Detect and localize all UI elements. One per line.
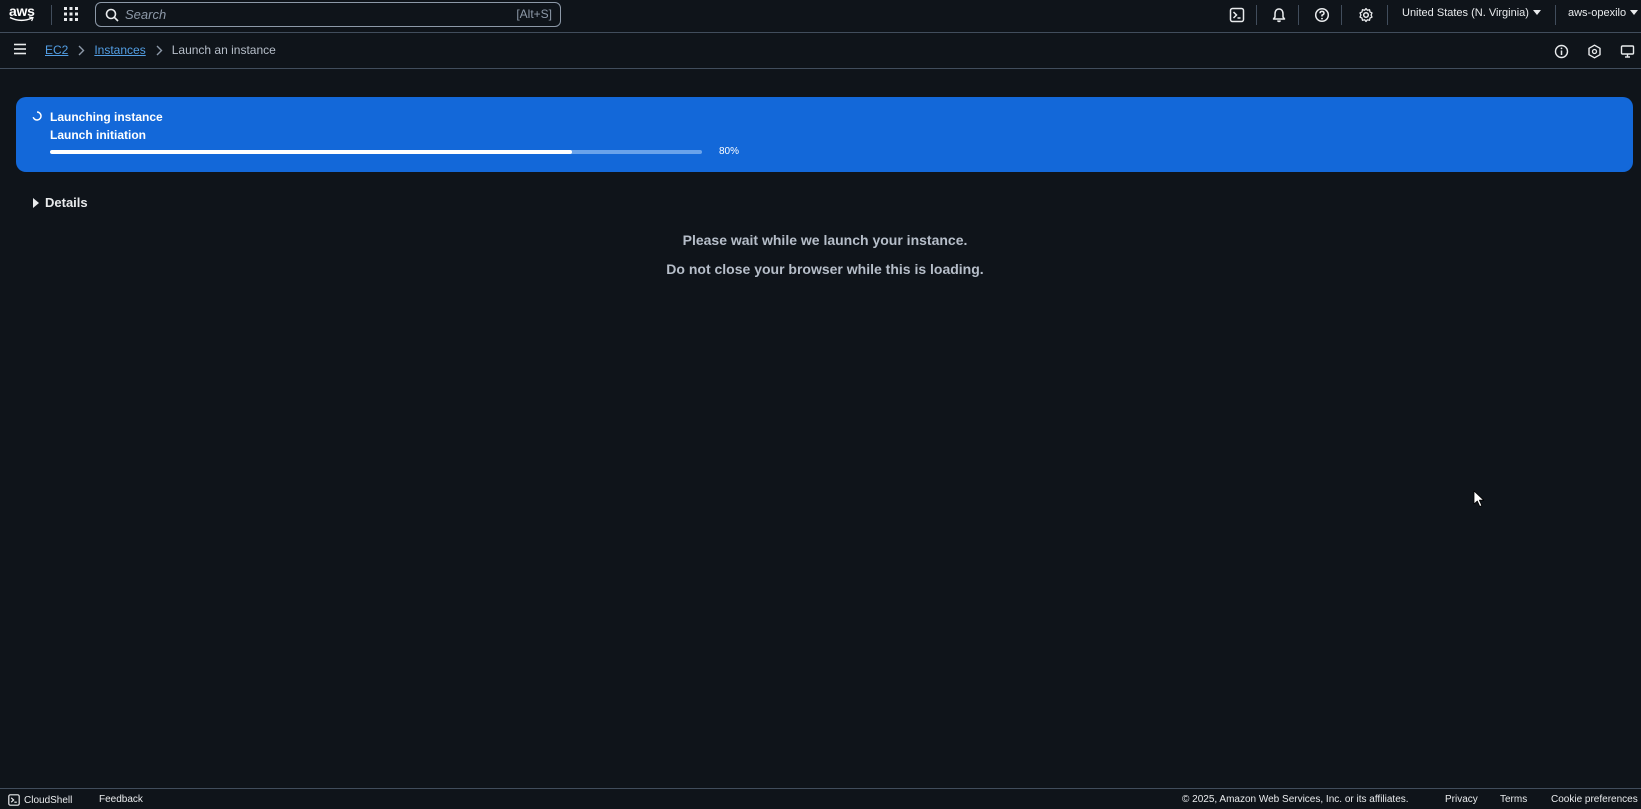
progress-bar: [50, 150, 702, 154]
nav-divider: [1341, 5, 1342, 25]
display-preferences-icon[interactable]: [1618, 42, 1636, 60]
aws-logo[interactable]: aws: [9, 4, 39, 25]
cloudshell-icon[interactable]: [1227, 5, 1247, 25]
chevron-right-icon: [155, 45, 163, 56]
nav-divider: [1387, 5, 1388, 25]
progress-percent: 80%: [719, 146, 740, 157]
info-icon[interactable]: [1552, 42, 1570, 60]
footer-cookie-preferences-link[interactable]: Cookie preferences: [1551, 794, 1638, 805]
details-label: Details: [45, 195, 88, 210]
nav-divider: [51, 5, 52, 25]
launch-progress-flashbar: Launching instance Launch initiation 80%: [16, 97, 1633, 172]
breadcrumb-bar-border: [0, 68, 1641, 69]
services-grid-icon[interactable]: [63, 6, 81, 24]
notifications-bell-icon[interactable]: [1269, 5, 1289, 25]
chevron-right-icon: [77, 45, 85, 56]
search-box[interactable]: [Alt+S]: [95, 2, 561, 27]
feedback-hexagon-icon[interactable]: [1585, 42, 1603, 60]
account-menu[interactable]: aws-opexilo: [1568, 7, 1639, 19]
settings-gear-icon[interactable]: [1356, 5, 1376, 25]
region-label: United States (N. Virginia): [1402, 7, 1529, 19]
cloudshell-icon: [8, 794, 20, 806]
caret-right-icon: [33, 197, 39, 208]
account-label: aws-opexilo: [1568, 7, 1627, 19]
flash-subtitle: Launch initiation: [50, 128, 146, 142]
footer-privacy-link[interactable]: Privacy: [1445, 794, 1478, 805]
help-icon[interactable]: [1312, 5, 1332, 25]
nav-divider: [1298, 5, 1299, 25]
region-selector[interactable]: United States (N. Virginia): [1402, 7, 1541, 19]
footer-copyright: © 2025, Amazon Web Services, Inc. or its…: [1182, 794, 1409, 805]
mouse-cursor-icon: [1473, 490, 1485, 507]
footer-terms-link[interactable]: Terms: [1500, 794, 1527, 805]
progress-bar-fill: [50, 150, 572, 154]
breadcrumb-current-page: Launch an instance: [171, 43, 276, 57]
side-navigation-toggle[interactable]: [12, 42, 30, 58]
breadcrumb: EC2 Instances Launch an instance: [45, 43, 276, 57]
top-navigation: aws [Alt+S]: [0, 0, 1641, 29]
nav-divider: [1555, 5, 1556, 25]
breadcrumb-instances-link[interactable]: Instances: [94, 43, 145, 57]
flash-title: Launching instance: [50, 110, 163, 124]
wait-message: Please wait while we launch your instanc…: [682, 232, 968, 248]
search-icon: [105, 8, 119, 22]
browser-warning-message: Do not close your browser while this is …: [666, 261, 984, 277]
search-input[interactable]: [125, 7, 485, 22]
footer: CloudShell Feedback © 2025, Amazon Web S…: [0, 788, 1641, 809]
footer-feedback-link[interactable]: Feedback: [99, 794, 143, 805]
hamburger-menu-icon: [14, 43, 26, 55]
breadcrumb-bar: EC2 Instances Launch an instance: [0, 32, 1641, 68]
aws-smile-icon: [9, 16, 34, 22]
search-shortcut-hint: [Alt+S]: [516, 7, 552, 21]
loading-spinner-icon: [32, 111, 42, 121]
caret-down-icon: [1630, 10, 1639, 15]
breadcrumb-ec2-link[interactable]: EC2: [45, 43, 68, 57]
details-expander[interactable]: Details: [33, 195, 88, 210]
footer-cloudshell-button[interactable]: CloudShell: [8, 794, 72, 806]
caret-down-icon: [1532, 10, 1541, 15]
footer-cloudshell-label: CloudShell: [24, 794, 73, 806]
nav-divider: [1256, 5, 1257, 25]
